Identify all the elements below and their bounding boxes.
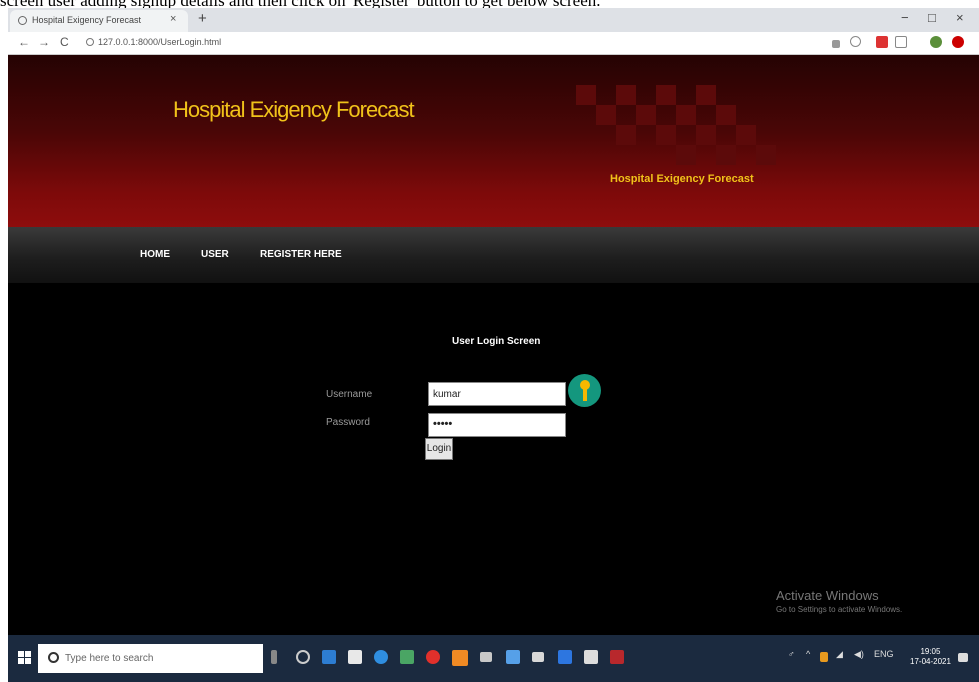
firefox-icon[interactable] — [452, 650, 468, 666]
close-window-button[interactable]: × — [956, 10, 964, 25]
password-field[interactable]: ••••• — [428, 413, 566, 437]
tray-chevron-icon[interactable]: ^ — [806, 649, 810, 659]
back-icon[interactable]: ← — [18, 35, 30, 49]
taskbar-search-box[interactable]: Type here to search — [38, 644, 263, 673]
website: Hospital Exigency Forecast Hospital Exig… — [8, 55, 979, 635]
task-view-icon[interactable] — [296, 650, 310, 664]
username-label: Username — [326, 389, 373, 400]
site-subtitle: Hospital Exigency Forecast — [610, 173, 754, 185]
url-text: 127.0.0.1:8000/UserLogin.html — [98, 37, 222, 47]
password-manager-icon[interactable] — [568, 374, 601, 407]
url-field[interactable]: 127.0.0.1:8000/UserLogin.html — [86, 37, 221, 47]
volume-icon[interactable]: ◀) — [854, 649, 864, 660]
document-caption: screen user adding signup details and th… — [0, 0, 979, 8]
explorer-icon[interactable] — [506, 650, 520, 664]
opera-icon[interactable] — [952, 36, 964, 48]
clock-time: 19:05 — [920, 647, 941, 656]
clock-date: 17-04-2021 — [910, 657, 951, 666]
reload-icon[interactable]: C — [60, 35, 69, 49]
nav-user[interactable]: USER — [201, 249, 229, 260]
tab-close-icon[interactable]: × — [170, 13, 176, 25]
activate-windows-watermark: Activate Windows Go to Settings to activ… — [776, 588, 902, 614]
minimize-button[interactable]: − — [901, 10, 909, 25]
maximize-button[interactable]: □ — [928, 10, 936, 25]
edge-icon[interactable] — [374, 650, 388, 664]
clock[interactable]: 19:05 17-04-2021 — [910, 647, 951, 667]
windows-start-icon[interactable] — [18, 651, 31, 664]
login-heading: User Login Screen — [452, 336, 541, 347]
star-icon[interactable] — [850, 36, 861, 47]
extension-2-icon[interactable] — [895, 36, 907, 48]
key-icon[interactable] — [832, 40, 840, 48]
nav-register[interactable]: REGISTER HERE — [260, 249, 342, 260]
app-icon[interactable] — [400, 650, 414, 664]
watermark-title: Activate Windows — [776, 588, 879, 603]
network-icon[interactable]: ◢ — [836, 649, 843, 660]
info-icon — [86, 38, 94, 46]
caption-text: screen user adding signup details and th… — [0, 0, 601, 8]
username-field[interactable]: kumar — [428, 382, 566, 406]
tab-bar: Hospital Exigency Forecast × + − □ × — [8, 8, 979, 32]
taskbar: Type here to search ♂ ^ ◢ ◀) ENG 19:05 1… — [8, 635, 979, 682]
password-label: Password — [326, 417, 370, 428]
extension-icon[interactable] — [876, 36, 888, 48]
nav-home[interactable]: HOME — [140, 249, 170, 260]
site-nav: HOME USER REGISTER HERE — [8, 227, 979, 283]
tray-app-icon[interactable] — [820, 652, 828, 662]
chrome-icon[interactable] — [426, 650, 440, 664]
people-icon[interactable]: ♂ — [788, 649, 795, 659]
terminal-icon[interactable] — [480, 652, 492, 662]
address-bar: ← → C 127.0.0.1:8000/UserLogin.html — [8, 32, 979, 55]
word-icon[interactable] — [558, 650, 572, 664]
notepad-icon[interactable] — [532, 652, 544, 662]
search-placeholder: Type here to search — [65, 653, 154, 664]
cortana-icon — [48, 652, 59, 663]
globe-icon — [18, 16, 27, 25]
site-title: Hospital Exigency Forecast — [173, 97, 415, 122]
store-icon[interactable] — [348, 650, 362, 664]
profile-icon[interactable] — [930, 36, 942, 48]
microphone-icon[interactable] — [271, 650, 277, 664]
login-button[interactable]: Login — [425, 438, 453, 460]
language-icon[interactable]: ENG — [874, 649, 894, 659]
watermark-subtitle: Go to Settings to activate Windows. — [776, 605, 903, 614]
site-header: Hospital Exigency Forecast Hospital Exig… — [8, 55, 979, 227]
browser-tab[interactable]: Hospital Exigency Forecast × — [10, 10, 188, 32]
mail-icon[interactable] — [322, 650, 336, 664]
tab-title: Hospital Exigency Forecast — [32, 15, 142, 25]
paint-icon[interactable] — [584, 650, 598, 664]
forward-icon[interactable]: → — [38, 35, 50, 49]
new-tab-button[interactable]: + — [198, 10, 207, 27]
notification-icon[interactable] — [958, 653, 968, 662]
pdf-icon[interactable] — [610, 650, 624, 664]
browser-window: Hospital Exigency Forecast × + − □ × ← →… — [8, 8, 979, 682]
